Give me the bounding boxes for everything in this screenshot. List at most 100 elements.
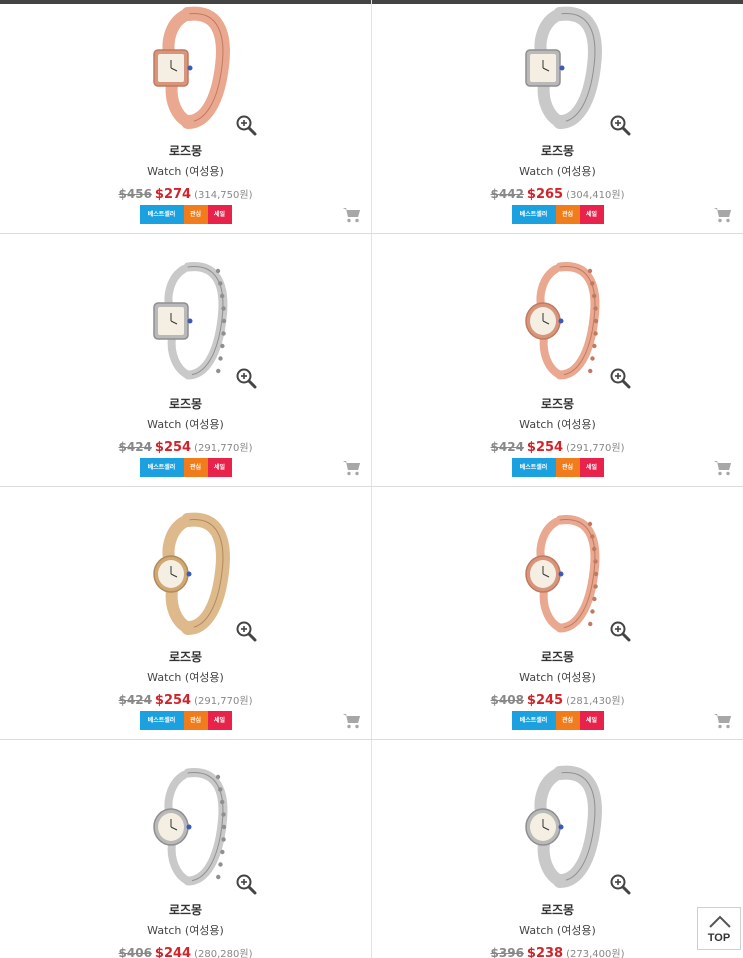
product-type: Watch (여성용) bbox=[519, 671, 596, 684]
bestseller-badge: 베스트셀러 bbox=[139, 458, 184, 477]
badge-group: 베스트셀러 관심 세일 bbox=[511, 458, 604, 477]
price-row: $408 $245 (281,430원) bbox=[372, 689, 743, 708]
original-price: $424 bbox=[490, 440, 524, 454]
original-price: $456 bbox=[118, 187, 152, 201]
product-card[interactable]: 로즈몽 Watch (여성용) $424 $254 (291,770원) 베스트셀러 관심 세… bbox=[372, 233, 743, 486]
badge-group: 베스트셀러 관심 세일 bbox=[139, 458, 232, 477]
product-brand: 로즈몽 bbox=[168, 903, 203, 917]
product-type: Watch (여성용) bbox=[519, 418, 596, 431]
badge-group: 베스트셀러 관심 세일 bbox=[139, 711, 232, 730]
badge-group: 베스트셀러 관심 세일 bbox=[511, 205, 604, 224]
product-card[interactable]: 로즈몽Watch (여성용)$396$238(273,400원)베스트셀러관심세… bbox=[372, 739, 743, 958]
krw-price: (304,410원) bbox=[566, 190, 625, 201]
product-type: Watch (여성용) bbox=[147, 924, 224, 937]
product-brand: 로즈몽 bbox=[540, 397, 575, 411]
interest-badge: 관심 bbox=[183, 458, 208, 477]
interest-badge: 관심 bbox=[555, 458, 580, 477]
product-brand: 로즈몽 bbox=[168, 650, 203, 664]
original-price: $396 bbox=[490, 946, 524, 958]
price-row: $406 $244 (280,280원) bbox=[0, 942, 371, 958]
original-price: $424 bbox=[118, 440, 152, 454]
product-card[interactable]: 로즈몽 Watch (여성용) $408 $245 (281,430원) 베스트셀러 관심 세… bbox=[372, 486, 743, 739]
zoom-in-icon[interactable] bbox=[609, 114, 631, 136]
zoom-in-icon[interactable] bbox=[609, 873, 631, 895]
price-row: $396 $238 (273,400원) bbox=[372, 942, 743, 958]
sale-price: $245 bbox=[526, 693, 564, 708]
product-image[interactable] bbox=[498, 763, 618, 889]
cart-icon[interactable] bbox=[714, 207, 732, 223]
sale-badge: 세일 bbox=[207, 458, 232, 477]
price-row: $424 $254 (291,770원) bbox=[0, 436, 371, 455]
product-image[interactable] bbox=[126, 4, 246, 130]
krw-price: (281,430원) bbox=[566, 696, 625, 707]
krw-price: (273,400원) bbox=[566, 949, 625, 958]
bestseller-badge: 베스트셀러 bbox=[511, 711, 556, 730]
sale-price: $254 bbox=[154, 440, 192, 455]
krw-price: (291,770원) bbox=[566, 443, 625, 454]
cart-icon[interactable] bbox=[714, 460, 732, 476]
original-price: $442 bbox=[490, 187, 524, 201]
product-brand: 로즈몽 bbox=[540, 144, 575, 158]
bestseller-badge: 베스트셀러 bbox=[139, 711, 184, 730]
sale-badge: 세일 bbox=[579, 205, 604, 224]
product-brand: 로즈몽 bbox=[540, 903, 575, 917]
product-card[interactable]: 로즈몽 Watch (여성용) $456 $274 (314,750원) 베스트셀러 관심 세… bbox=[0, 0, 371, 233]
interest-badge: 관심 bbox=[555, 205, 580, 224]
product-card[interactable]: 로즈몽 Watch (여성용) $424 $254 (291,770원) 베스트셀러 관심 세… bbox=[0, 233, 371, 486]
badge-group: 베스트셀러 관심 세일 bbox=[139, 205, 232, 224]
original-price: $408 bbox=[490, 693, 524, 707]
cart-icon[interactable] bbox=[343, 713, 361, 729]
krw-price: (280,280원) bbox=[194, 949, 253, 958]
sale-price: $238 bbox=[526, 946, 564, 958]
krw-price: (291,770원) bbox=[194, 696, 253, 707]
sale-price: $274 bbox=[154, 187, 192, 202]
product-image[interactable] bbox=[126, 510, 246, 636]
price-row: $424 $254 (291,770원) bbox=[372, 436, 743, 455]
zoom-in-icon[interactable] bbox=[235, 873, 257, 895]
cart-icon[interactable] bbox=[343, 207, 361, 223]
bestseller-badge: 베스트셀러 bbox=[511, 458, 556, 477]
product-type: Watch (여성용) bbox=[147, 165, 224, 178]
product-image[interactable] bbox=[126, 763, 246, 889]
product-card[interactable]: 로즈몽 Watch (여성용) $424 $254 (291,770원) 베스트셀러 관심 세… bbox=[0, 486, 371, 739]
product-type: Watch (여성용) bbox=[519, 924, 596, 937]
zoom-in-icon[interactable] bbox=[235, 367, 257, 389]
sale-badge: 세일 bbox=[579, 458, 604, 477]
original-price: $406 bbox=[118, 946, 152, 958]
sale-price: $244 bbox=[154, 946, 192, 958]
sale-badge: 세일 bbox=[579, 711, 604, 730]
chevron-up-icon bbox=[709, 915, 731, 928]
cart-icon[interactable] bbox=[343, 460, 361, 476]
product-card[interactable]: 로즈몽Watch (여성용)$406$244(280,280원)베스트셀러관심세… bbox=[0, 739, 371, 958]
krw-price: (291,770원) bbox=[194, 443, 253, 454]
product-type: Watch (여성용) bbox=[147, 671, 224, 684]
price-row: $442 $265 (304,410원) bbox=[372, 183, 743, 202]
sale-badge: 세일 bbox=[207, 711, 232, 730]
product-image[interactable] bbox=[498, 4, 618, 130]
zoom-in-icon[interactable] bbox=[235, 114, 257, 136]
cart-icon[interactable] bbox=[714, 713, 732, 729]
zoom-in-icon[interactable] bbox=[609, 367, 631, 389]
interest-badge: 관심 bbox=[555, 711, 580, 730]
product-brand: 로즈몽 bbox=[168, 397, 203, 411]
product-card[interactable]: 로즈몽 Watch (여성용) $442 $265 (304,410원) 베스트셀러 관심 세… bbox=[372, 0, 743, 233]
scroll-top-label: TOP bbox=[707, 932, 731, 944]
sale-price: $265 bbox=[526, 187, 564, 202]
scroll-top-button[interactable]: TOP bbox=[697, 907, 741, 950]
product-image[interactable] bbox=[126, 257, 246, 383]
sale-price: $254 bbox=[154, 693, 192, 708]
bestseller-badge: 베스트셀러 bbox=[511, 205, 556, 224]
interest-badge: 관심 bbox=[183, 711, 208, 730]
zoom-in-icon[interactable] bbox=[235, 620, 257, 642]
product-grid: 로즈몽 Watch (여성용) $456 $274 (314,750원) 베스트셀러 관심 세… bbox=[0, 0, 743, 958]
interest-badge: 관심 bbox=[183, 205, 208, 224]
sale-price: $254 bbox=[526, 440, 564, 455]
product-image[interactable] bbox=[498, 257, 618, 383]
product-image[interactable] bbox=[498, 510, 618, 636]
product-type: Watch (여성용) bbox=[147, 418, 224, 431]
sale-badge: 세일 bbox=[207, 205, 232, 224]
price-row: $424 $254 (291,770원) bbox=[0, 689, 371, 708]
zoom-in-icon[interactable] bbox=[609, 620, 631, 642]
bestseller-badge: 베스트셀러 bbox=[139, 205, 184, 224]
product-type: Watch (여성용) bbox=[519, 165, 596, 178]
